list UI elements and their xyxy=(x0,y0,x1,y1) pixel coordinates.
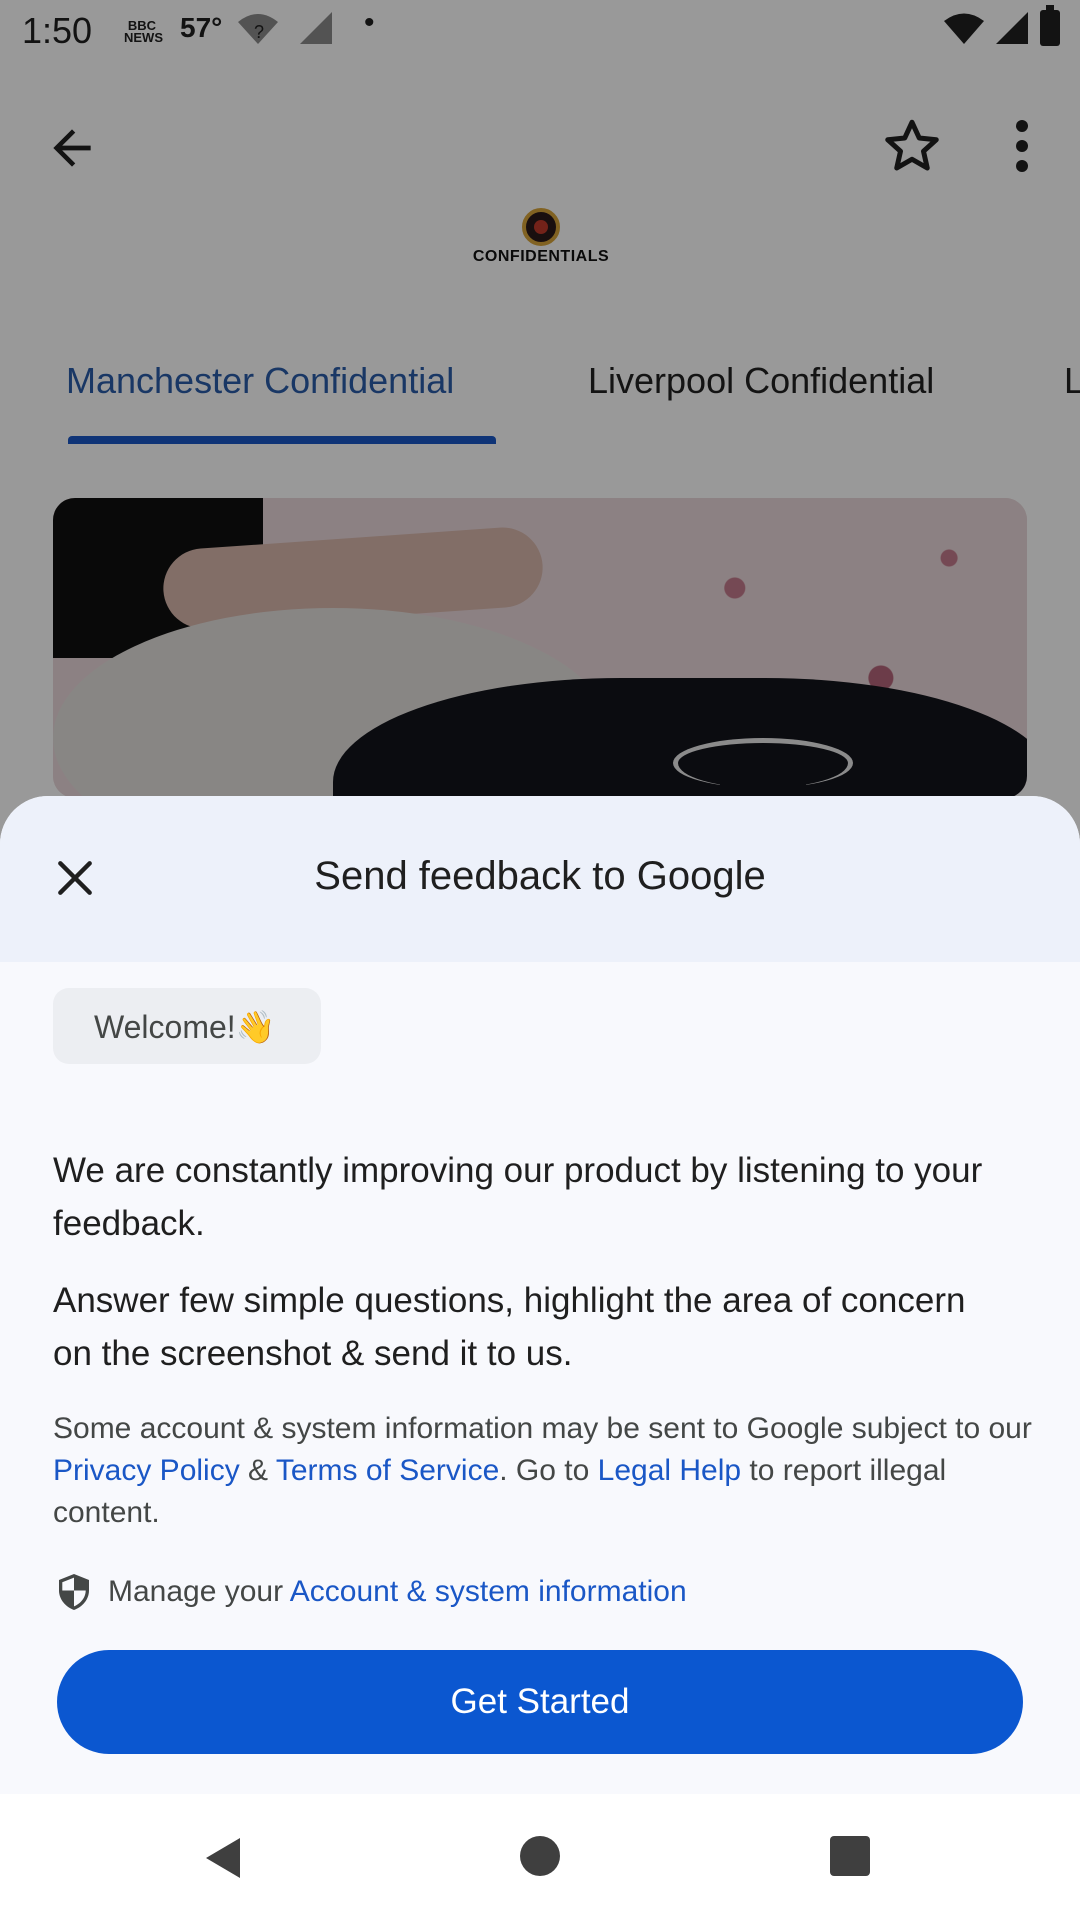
legal-help-link[interactable]: Legal Help xyxy=(598,1454,741,1487)
feedback-sheet: Send feedback to Google Welcome!👋 We are… xyxy=(0,796,1080,1794)
manage-prefix: Manage your xyxy=(108,1575,290,1608)
instructions-paragraph: Answer few simple questions, highlight t… xyxy=(53,1281,966,1373)
shield-icon xyxy=(59,1574,89,1610)
terms-of-service-link[interactable]: Terms of Service xyxy=(276,1454,499,1487)
nav-back-button[interactable] xyxy=(204,1836,244,1885)
intro-paragraph: We are constantly improving our product … xyxy=(53,1151,983,1243)
privacy-policy-link[interactable]: Privacy Policy xyxy=(53,1454,240,1487)
sheet-title: Send feedback to Google xyxy=(314,854,766,898)
welcome-text: Welcome!👋 xyxy=(94,1009,276,1045)
account-system-info-link[interactable]: Account & system information xyxy=(290,1575,687,1608)
sheet-header: Send feedback to Google xyxy=(0,796,1080,962)
manage-account-row: Manage your Account & system information xyxy=(56,1568,1036,1616)
legal-notice: Some account & system information may be… xyxy=(53,1408,1033,1534)
triangle-back-icon xyxy=(206,1838,240,1878)
system-nav-bar xyxy=(0,1794,1080,1920)
legal-amp: & xyxy=(239,1454,276,1487)
get-started-container: Get Started xyxy=(53,1642,1027,1764)
legal-middle: . Go to xyxy=(499,1454,598,1487)
get-started-button[interactable]: Get Started xyxy=(57,1650,1023,1754)
nav-recents-button[interactable] xyxy=(830,1836,870,1876)
legal-prefix: Some account & system information may be… xyxy=(53,1412,1032,1445)
nav-home-button[interactable] xyxy=(520,1836,560,1876)
manage-text: Manage your Account & system information xyxy=(108,1575,687,1609)
